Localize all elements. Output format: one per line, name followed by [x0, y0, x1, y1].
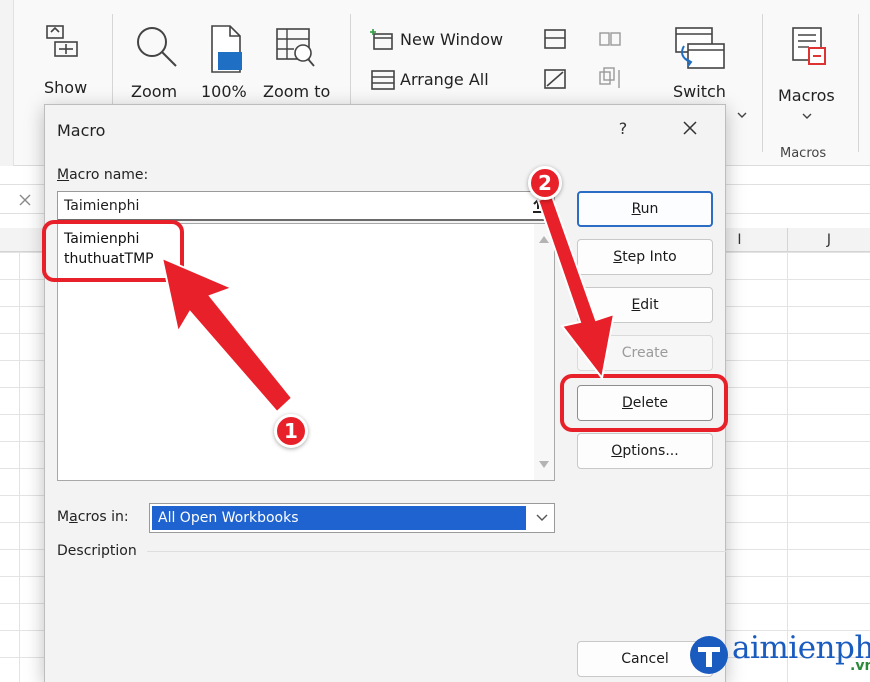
- chevron-down-icon[interactable]: [536, 513, 548, 523]
- create-button-label: Create: [621, 345, 669, 361]
- zoom-100-label: 100%: [201, 82, 247, 101]
- options-button-label: Options...: [611, 443, 679, 459]
- hide-window-icon[interactable]: [543, 68, 567, 90]
- macros-in-label: Macros in:: [57, 509, 129, 525]
- ribbon-left-edge: [0, 0, 14, 166]
- run-button-label: Run: [631, 201, 659, 217]
- new-window-label: New Window: [400, 30, 504, 49]
- description-divider: [147, 551, 727, 552]
- scroll-down-arrow-icon[interactable]: [539, 461, 549, 468]
- macros-group-label: Macros: [780, 146, 827, 161]
- close-button[interactable]: [675, 113, 705, 143]
- taimienphi-logo-icon: [690, 636, 728, 674]
- cancel-formula-icon[interactable]: [18, 193, 32, 207]
- scroll-up-arrow-icon[interactable]: [539, 236, 549, 243]
- list-scrollbar[interactable]: [534, 224, 554, 480]
- zoom-to-selection-icon: [276, 28, 315, 67]
- edit-button-label: Edit: [631, 297, 659, 313]
- synchronous-scrolling-icon[interactable]: [598, 66, 624, 92]
- ribbon-separator: [762, 14, 763, 152]
- step-badge-1: 1: [274, 414, 308, 448]
- delete-button-highlight: [560, 374, 728, 432]
- switch-windows-label: Switch: [673, 82, 726, 101]
- step-into-button[interactable]: Step Into: [577, 239, 713, 275]
- zoom-to-selection-button[interactable]: [272, 26, 320, 116]
- arrange-all-label: Arrange All: [400, 70, 489, 89]
- step-badge-2: 2: [528, 166, 562, 200]
- macro-name-input[interactable]: Taimienphi: [57, 191, 555, 221]
- ribbon-separator: [858, 14, 859, 152]
- new-window-icon: [370, 29, 393, 50]
- macro-list-highlight: [42, 220, 184, 282]
- zoom-to-label: Zoom to: [263, 82, 331, 101]
- show-label: Show: [44, 78, 88, 97]
- new-window-button[interactable]: New Window: [370, 28, 530, 56]
- split-icon[interactable]: [543, 28, 567, 50]
- chevron-down-icon[interactable]: [737, 111, 747, 119]
- help-button[interactable]: ?: [613, 119, 633, 138]
- upload-arrow-icon: [533, 198, 543, 213]
- switch-windows-icon: [675, 27, 725, 69]
- arrange-all-icon: [371, 70, 395, 90]
- description-label: Description: [57, 543, 137, 559]
- zoom-label: Zoom: [131, 82, 178, 101]
- view-side-by-side-icon[interactable]: [598, 28, 622, 50]
- chevron-down-icon[interactable]: [802, 112, 812, 120]
- close-icon: [683, 121, 697, 135]
- macros-in-selected-value: All Open Workbooks: [152, 506, 526, 530]
- macro-name-value: Taimienphi: [64, 197, 140, 214]
- dialog-title: Macro: [57, 121, 106, 140]
- magnifier-icon: [137, 27, 177, 67]
- edit-button[interactable]: Edit: [577, 287, 713, 323]
- cancel-button-label: Cancel: [621, 651, 669, 667]
- macros-icon: [792, 27, 826, 65]
- macro-name-label: Macro name:: [57, 167, 149, 183]
- switch-windows-button[interactable]: [668, 26, 732, 116]
- step-into-button-label: Step Into: [613, 249, 677, 265]
- taimienphi-watermark: aimienphi .vn: [686, 630, 870, 682]
- macros-button[interactable]: [780, 26, 842, 122]
- watermark-suffix: .vn: [850, 658, 870, 674]
- run-button[interactable]: Run: [577, 191, 713, 227]
- macros-in-select[interactable]: All Open Workbooks: [149, 503, 555, 533]
- arrange-all-button[interactable]: Arrange All: [370, 68, 530, 96]
- column-header-j[interactable]: J: [787, 228, 870, 252]
- show-icon: [46, 25, 78, 57]
- macros-label: Macros: [778, 86, 835, 105]
- show-button[interactable]: [30, 22, 90, 112]
- create-button: Create: [577, 335, 713, 371]
- page-100-icon: [211, 25, 242, 73]
- options-button[interactable]: Options...: [577, 433, 713, 469]
